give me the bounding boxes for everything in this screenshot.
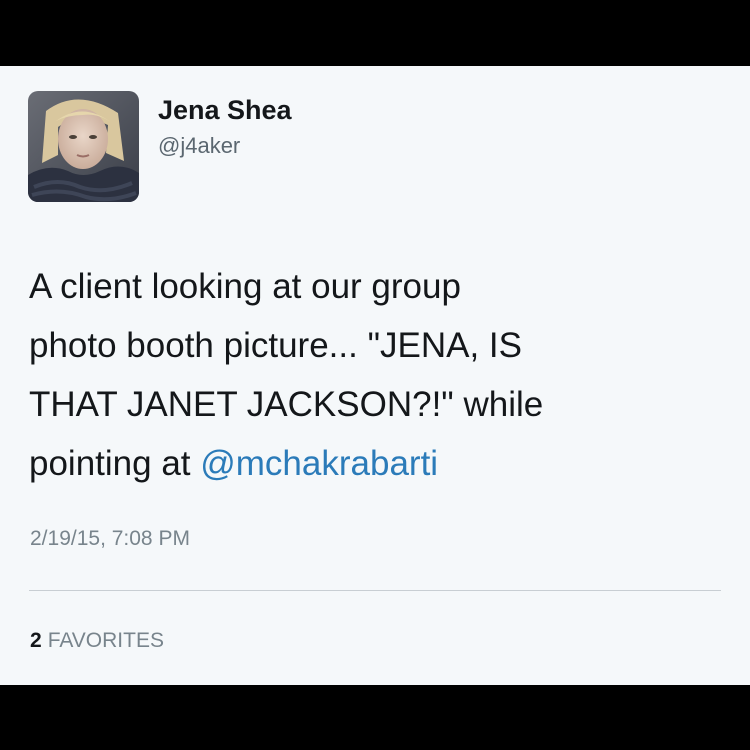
tweet-text-line: THAT JANET JACKSON?!" while <box>29 385 544 424</box>
tweet-text-line: pointing at @mchakrabarti <box>29 434 729 493</box>
favorites-count: 2 <box>30 629 42 652</box>
tweet-text-line: photo booth picture... "JENA, IS <box>29 326 522 365</box>
tweet-card: Jena Shea @j4aker A client looking at ou… <box>0 66 750 685</box>
favorites-label: FAVORITES <box>47 629 164 652</box>
tweet-timestamp[interactable]: 2/19/15, 7:08 PM <box>30 527 190 551</box>
avatar[interactable] <box>28 91 139 202</box>
favorites-stat[interactable]: 2 FAVORITES <box>30 629 164 653</box>
profile-photo-icon <box>28 91 139 202</box>
author-name[interactable]: Jena Shea <box>158 95 292 126</box>
author-handle[interactable]: @j4aker <box>158 133 240 159</box>
mention-link[interactable]: @mchakrabarti <box>200 444 438 483</box>
tweet-text: A client looking at our group photo boot… <box>29 257 729 493</box>
screenshot-frame: Jena Shea @j4aker A client looking at ou… <box>0 0 750 750</box>
divider <box>29 590 721 591</box>
tweet-text-fragment: pointing at <box>29 444 201 483</box>
tweet-text-line: A client looking at our group <box>29 267 461 306</box>
